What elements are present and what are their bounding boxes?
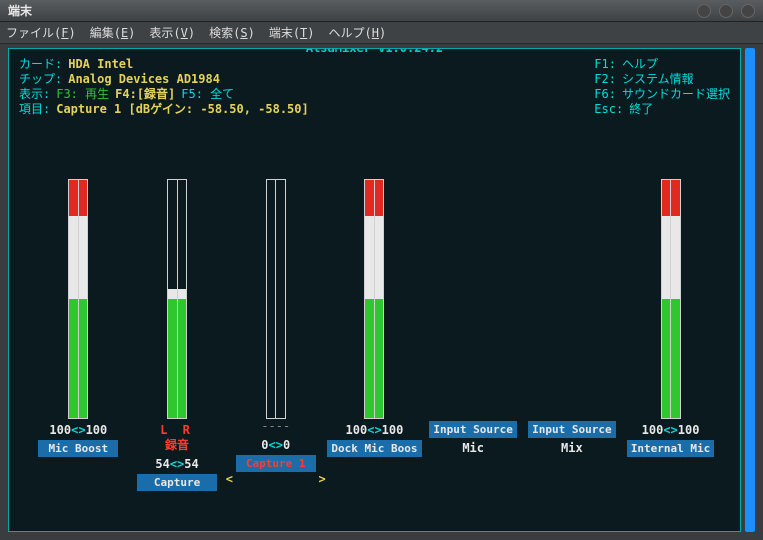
lr-indicator: L R [160, 423, 194, 438]
channel-6[interactable]: 100<>100 Internal Mic [626, 179, 716, 501]
enum-value: Mix [561, 441, 583, 456]
esc-key: Esc: [594, 102, 623, 117]
minimize-button[interactable] [697, 4, 711, 18]
view-f3: F3: 再生 [56, 87, 109, 102]
f2-key: F2: [594, 72, 616, 87]
channel-3[interactable]: 100<>100 Dock Mic Boos [329, 179, 419, 501]
titlebar[interactable]: 端末 [0, 0, 763, 22]
f6-value: サウンドカード選択 [622, 87, 730, 102]
capture-indicator: ---- [261, 419, 290, 434]
menu-view[interactable]: 表示(V) [149, 24, 195, 41]
chip-value: Analog Devices AD1984 [68, 72, 220, 87]
channel-name: Mic Boost [38, 440, 118, 457]
channel-name: Internal Mic [627, 440, 714, 457]
window-controls [697, 4, 755, 18]
channel-name: Input Source [528, 421, 615, 438]
f1-key: F1: [594, 57, 616, 72]
menu-search[interactable]: 検索(S) [209, 24, 255, 41]
channel-name: Capture 1 [236, 455, 316, 472]
volume-bar[interactable] [661, 179, 681, 419]
menu-help[interactable]: ヘルプ(H) [329, 24, 387, 41]
card-value: HDA Intel [68, 57, 133, 72]
volume-readout: 54<>54 [155, 457, 198, 472]
selection-left-icon: < [226, 472, 233, 487]
menubar: ファイル(F) 編集(E) 表示(V) 検索(S) 端末(T) ヘルプ(H) [0, 22, 763, 44]
f1-value: ヘルプ [622, 57, 658, 72]
menu-file[interactable]: ファイル(F) [6, 24, 76, 41]
volume-bar[interactable] [68, 179, 88, 419]
enum-value: Mic [462, 441, 484, 456]
volume-readout: 0<>0 [261, 438, 290, 453]
channel-1[interactable]: L R録音 54<>54 Capture [132, 179, 222, 501]
item-label: 項目: [19, 102, 50, 117]
view-f4: F4:[録音] [115, 87, 175, 102]
capture-indicator: 録音 [165, 438, 189, 453]
channel-2[interactable]: ----0<>0Capture 1<> [231, 179, 321, 501]
f6-key: F6: [594, 87, 616, 102]
channel-4[interactable]: Mic Input Source [428, 179, 518, 501]
chip-label: チップ: [19, 72, 62, 87]
selection-right-icon: > [319, 472, 326, 487]
scrollbar[interactable] [745, 48, 755, 532]
menu-terminal[interactable]: 端末(T) [269, 24, 315, 41]
esc-value: 終了 [629, 102, 653, 117]
volume-readout: 100<>100 [642, 423, 700, 438]
view-label: 表示: [19, 87, 50, 102]
channel-name: Capture [137, 474, 217, 491]
menu-edit[interactable]: 編集(E) [90, 24, 136, 41]
channel-name: Input Source [429, 421, 516, 438]
channel-5[interactable]: Mix Input Source [527, 179, 617, 501]
channel-0[interactable]: 100<>100 Mic Boost [33, 179, 123, 501]
volume-readout: 100<>100 [346, 423, 404, 438]
volume-bar[interactable] [167, 179, 187, 419]
volume-bar[interactable] [364, 179, 384, 419]
item-value: Capture 1 [dBゲイン: -58.50, -58.50] [56, 102, 309, 117]
scrollbar-thumb[interactable] [745, 48, 755, 532]
mixer-area: 100<>100 Mic Boost L R録音 54<>54 Capture ---- 0… [9, 179, 740, 501]
f2-value: システム情報 [622, 72, 694, 87]
volume-bar[interactable] [266, 179, 286, 419]
app-title: AlsaMixer v1.0.24.2 [300, 48, 449, 56]
terminal[interactable]: AlsaMixer v1.0.24.2 カード: HDA Intel チップ: … [8, 48, 741, 532]
close-button[interactable] [741, 4, 755, 18]
maximize-button[interactable] [719, 4, 733, 18]
channel-name: Dock Mic Boos [327, 440, 421, 457]
window-title: 端末 [8, 2, 32, 19]
volume-readout: 100<>100 [49, 423, 107, 438]
card-label: カード: [19, 57, 62, 72]
view-f5: F5: 全て [181, 87, 234, 102]
header-block: カード: HDA Intel チップ: Analog Devices AD198… [9, 49, 740, 117]
